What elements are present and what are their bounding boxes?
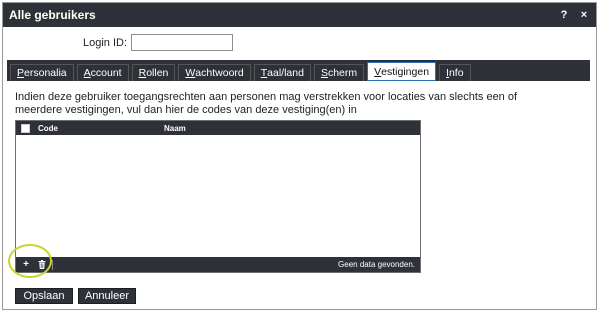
tab-info[interactable]: Info — [439, 64, 471, 81]
tab-taal-land[interactable]: Taal/land — [253, 64, 311, 81]
tab-label: ccount — [90, 67, 122, 79]
tab-mnemonic: W — [185, 67, 196, 79]
empty-message: Geen data gevonden. — [338, 260, 415, 269]
tab-bar: Personalia Account Rollen Wachtwoord Taa… — [7, 60, 590, 81]
footer-separator — [52, 259, 53, 270]
column-header-code[interactable]: Code — [38, 124, 164, 133]
tab-mnemonic: A — [83, 67, 91, 79]
tab-mnemonic: S — [320, 67, 328, 79]
window-title: Alle gebruikers — [9, 8, 96, 22]
tab-label: aal/land — [267, 67, 304, 79]
help-button[interactable]: ? — [556, 9, 572, 21]
cancel-button[interactable]: Annuleer — [78, 288, 136, 304]
tab-label: ersonalia — [24, 67, 67, 79]
title-bar: Alle gebruikers ? × — [3, 3, 596, 27]
tab-label: estigingen — [381, 65, 430, 78]
tab-mnemonic: R — [138, 67, 147, 79]
tab-account[interactable]: Account — [76, 64, 129, 81]
tab-vestigingen[interactable]: Vestigingen — [367, 62, 437, 81]
highlight-annotation — [8, 244, 52, 278]
column-header-naam[interactable]: Naam — [164, 124, 186, 133]
tab-label: cherm — [327, 67, 358, 79]
select-all-checkbox[interactable] — [21, 123, 30, 133]
grid-header: Code Naam — [16, 121, 420, 135]
close-button[interactable]: × — [576, 9, 592, 21]
tab-wachtwoord[interactable]: Wachtwoord — [178, 64, 251, 81]
tab-mnemonic: V — [374, 65, 382, 78]
login-row: Login ID: — [83, 34, 234, 51]
login-id-label: Login ID: — [83, 36, 128, 49]
save-button[interactable]: Opslaan — [15, 288, 73, 304]
users-dialog: Alle gebruikers ? × Login ID: Personalia… — [2, 2, 597, 310]
grid-body — [16, 135, 420, 258]
tab-personalia[interactable]: Personalia — [10, 64, 74, 81]
tab-rollen[interactable]: Rollen — [131, 64, 176, 81]
login-id-input[interactable] — [131, 34, 234, 51]
tab-label: achtwoord — [195, 67, 244, 79]
grid-footer: + Geen data gevonden. — [16, 257, 420, 272]
tab-label: ollen — [146, 67, 169, 79]
vestigingen-grid: Code Naam + Geen data gevonden. — [15, 120, 421, 273]
tab-scherm[interactable]: Scherm — [313, 64, 365, 81]
description-text: Indien deze gebruiker toegangsrechten aa… — [15, 91, 518, 116]
tab-mnemonic: P — [17, 67, 25, 79]
tab-label: nfo — [448, 67, 464, 79]
